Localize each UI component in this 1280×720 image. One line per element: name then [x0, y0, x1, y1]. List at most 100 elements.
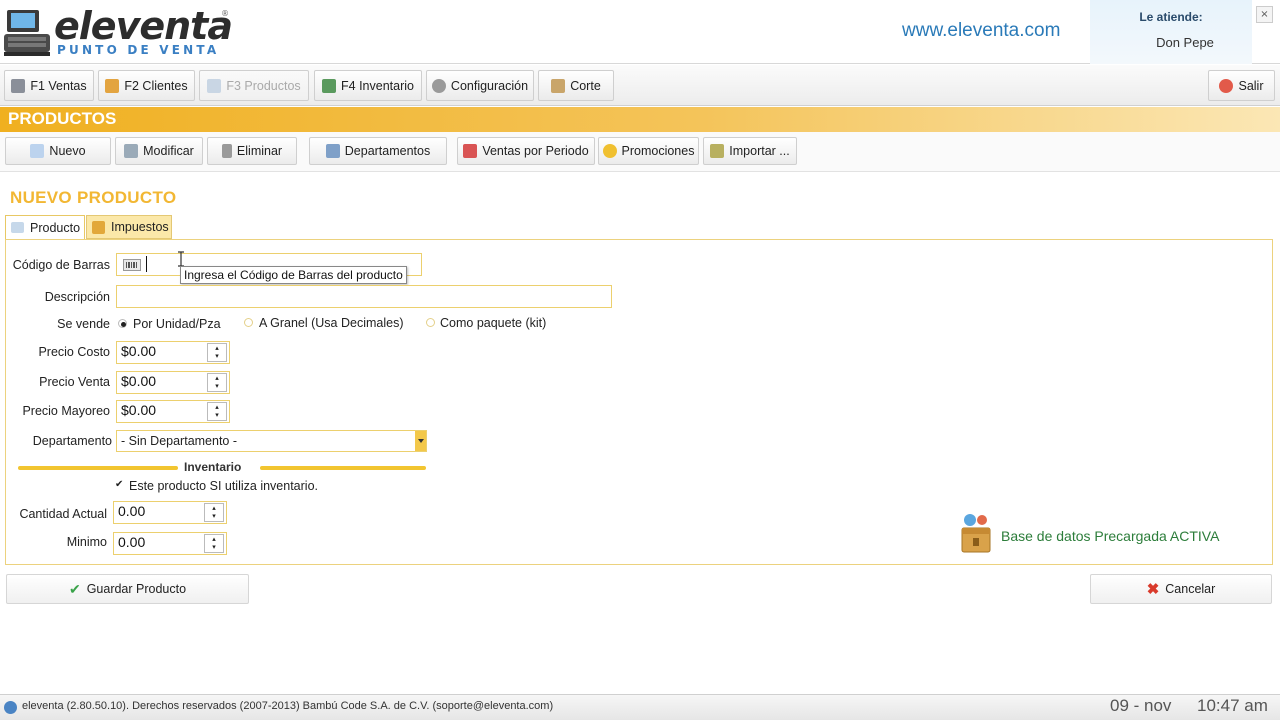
- clientes-label: F2 Clientes: [124, 78, 188, 93]
- products-toolbar: Nuevo Modificar Eliminar Departamentos V…: [0, 132, 1280, 172]
- product-tab-icon: [11, 222, 24, 233]
- logo-subtitle: PUNTO DE VENTA: [57, 43, 220, 57]
- cancelar-label: Cancelar: [1165, 582, 1216, 596]
- status-date: 09 - nov: [1110, 696, 1172, 715]
- ventas-periodo-label: Ventas por Periodo: [482, 144, 589, 158]
- radio-a-granel[interactable]: [244, 318, 253, 327]
- configuracion-button[interactable]: Configuración: [426, 70, 534, 101]
- db-status-panel: Base de datos Precargada ACTIVA: [960, 512, 1250, 556]
- inventario-button[interactable]: F4 Inventario: [314, 70, 422, 101]
- radio-por-unidad-label: Por Unidad/Pza: [133, 317, 221, 331]
- barcode-tooltip: Ingresa el Código de Barras del producto: [180, 266, 407, 284]
- cancelar-button[interactable]: ✖ Cancelar: [1090, 574, 1272, 604]
- codigo-label: Código de Barras: [12, 258, 110, 272]
- configuracion-label: Configuración: [450, 78, 529, 93]
- precio-costo-label: Precio Costo: [38, 345, 110, 359]
- nuevo-button[interactable]: Nuevo: [5, 137, 111, 165]
- attendant-name: Don Pepe: [1156, 35, 1214, 50]
- departamento-select[interactable]: - Sin Departamento -: [116, 430, 427, 452]
- website-link[interactable]: www.eleventa.com: [902, 20, 1060, 42]
- section-title: PRODUCTOS: [8, 109, 117, 128]
- promociones-label: Promociones: [621, 144, 695, 158]
- modificar-button[interactable]: Modificar: [115, 137, 203, 165]
- promociones-button[interactable]: Promociones: [598, 137, 699, 165]
- i-beam-cursor-icon: [178, 251, 184, 267]
- precio-venta-label: Precio Venta: [39, 375, 110, 389]
- precio-venta-stepper[interactable]: ▴ ▾: [207, 373, 227, 392]
- cart-icon: [11, 78, 26, 93]
- productos-button[interactable]: F3 Productos: [199, 70, 309, 101]
- calendar-icon: [463, 144, 478, 158]
- uses-inventory-checkbox[interactable]: ✔: [115, 480, 125, 490]
- status-time: 10:47 am: [1197, 696, 1268, 715]
- radio-por-unidad[interactable]: [118, 319, 127, 328]
- dropdown-arrow-icon: [415, 431, 426, 451]
- import-icon: [710, 144, 725, 158]
- database-box-icon: [961, 514, 991, 553]
- inventario-label: F4 Inventario: [341, 78, 414, 93]
- ventas-label: F1 Ventas: [30, 78, 87, 93]
- clientes-button[interactable]: F2 Clientes: [98, 70, 195, 101]
- main-toolbar: F1 Ventas F2 Clientes F3 Productos F4 In…: [0, 65, 1280, 106]
- cash-cut-icon: [551, 78, 566, 93]
- tab-producto[interactable]: Producto: [5, 215, 85, 239]
- inventario-divider-right: [260, 466, 426, 470]
- new-document-icon: [30, 144, 45, 158]
- text-cursor: [146, 256, 147, 272]
- radio-a-granel-label: A Granel (Usa Decimales): [259, 316, 404, 330]
- status-info-text: eleventa (2.80.50.10). Derechos reservad…: [22, 700, 554, 712]
- minimo-label: Minimo: [66, 535, 107, 549]
- form-title: NUEVO PRODUCTO: [10, 188, 177, 207]
- db-status-text: Base de datos Precargada ACTIVA: [1001, 528, 1220, 544]
- description-input[interactable]: [116, 285, 612, 308]
- ventas-periodo-button[interactable]: Ventas por Periodo: [457, 137, 595, 165]
- departamentos-button[interactable]: Departamentos: [309, 137, 447, 165]
- app-header: eleventa ® PUNTO DE VENTA www.eleventa.c…: [0, 0, 1280, 64]
- guardar-producto-button[interactable]: ✔ Guardar Producto: [6, 574, 249, 604]
- tab-producto-label: Producto: [30, 220, 81, 235]
- cantidad-actual-label: Cantidad Actual: [19, 507, 107, 521]
- trash-icon: [221, 144, 232, 158]
- salir-label: Salir: [1238, 78, 1264, 93]
- clients-icon: [105, 78, 120, 93]
- corte-button[interactable]: Corte: [538, 70, 614, 101]
- salir-button[interactable]: Salir: [1208, 70, 1275, 101]
- close-app-button[interactable]: ×: [1256, 6, 1273, 23]
- guardar-producto-label: Guardar Producto: [86, 582, 187, 596]
- departments-icon: [325, 144, 340, 158]
- departamentos-label: Departamentos: [344, 144, 431, 158]
- uses-inventory-label: Este producto SI utiliza inventario.: [129, 479, 318, 493]
- eliminar-button[interactable]: Eliminar: [207, 137, 297, 165]
- departamento-value: - Sin Departamento -: [121, 434, 238, 448]
- precio-costo-stepper[interactable]: ▴ ▾: [207, 343, 227, 362]
- tab-impuestos[interactable]: Impuestos: [86, 215, 172, 239]
- check-icon: ✔: [68, 580, 81, 597]
- corte-label: Corte: [570, 78, 601, 93]
- importar-button[interactable]: Importar ...: [703, 137, 797, 165]
- cantidad-actual-stepper[interactable]: ▴ ▾: [204, 503, 224, 522]
- modificar-label: Modificar: [143, 144, 194, 158]
- logo-wordmark: eleventa: [54, 4, 233, 48]
- tab-impuestos-label: Impuestos: [111, 220, 169, 234]
- precio-mayoreo-stepper[interactable]: ▴ ▾: [207, 402, 227, 421]
- status-bar: eleventa (2.80.50.10). Derechos reservad…: [0, 694, 1280, 720]
- inventario-title: Inventario: [184, 460, 242, 474]
- logo-registered-mark: ®: [221, 9, 229, 18]
- descripcion-label: Descripción: [44, 290, 110, 304]
- info-icon: [4, 701, 17, 714]
- se-vende-label: Se vende: [57, 317, 110, 331]
- radio-como-paquete[interactable]: [426, 318, 435, 327]
- inventory-icon: [322, 78, 337, 93]
- departamento-label: Departamento: [32, 434, 112, 448]
- cash-register-icon: [4, 10, 50, 56]
- ventas-button[interactable]: F1 Ventas: [4, 70, 94, 101]
- minimo-stepper[interactable]: ▴ ▾: [204, 534, 224, 553]
- taxes-tab-icon: [92, 220, 105, 234]
- gear-icon: [431, 78, 446, 93]
- eliminar-label: Eliminar: [236, 144, 283, 158]
- attendant-panel: Le atiende: Don Pepe: [1090, 0, 1252, 64]
- star-icon: [602, 144, 617, 158]
- exit-icon: [1219, 78, 1234, 93]
- cancel-x-icon: ✖: [1146, 581, 1160, 598]
- section-header: PRODUCTOS: [0, 107, 1280, 132]
